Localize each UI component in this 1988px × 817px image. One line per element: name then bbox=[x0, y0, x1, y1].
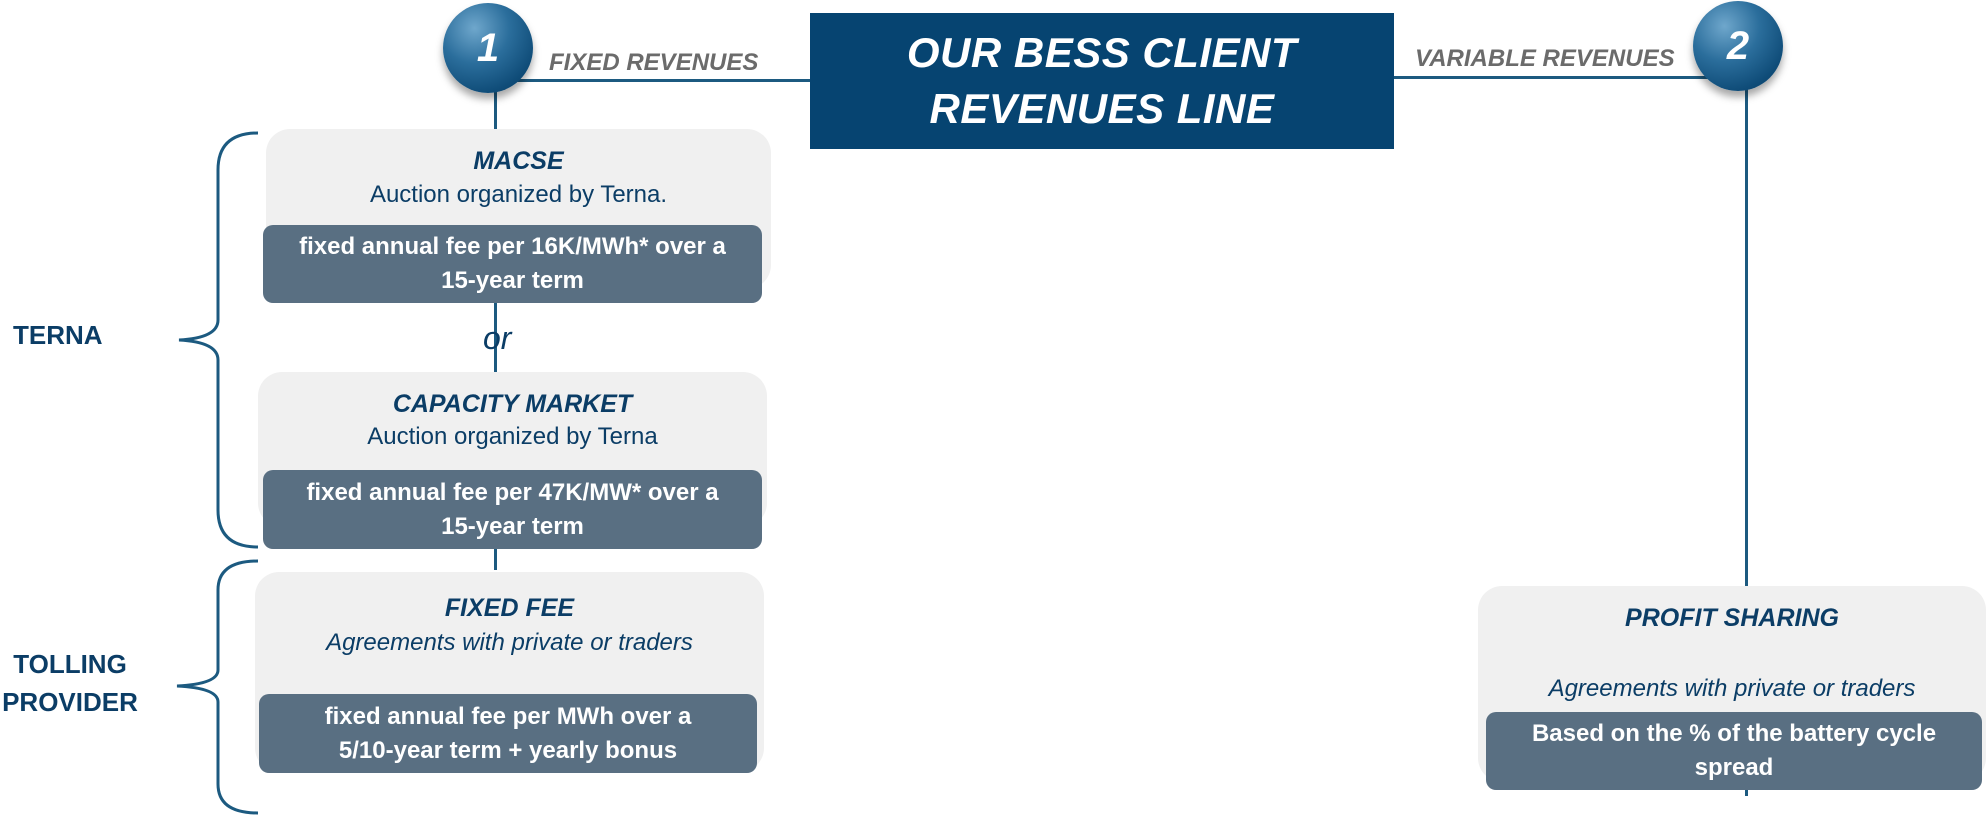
connector-variable-horizontal bbox=[1394, 76, 1744, 79]
title-box: OUR BESS CLIENT REVENUES LINE bbox=[810, 13, 1394, 149]
profit-sharing-subtitle: Agreements with private or traders bbox=[1548, 675, 1916, 702]
variable-revenues-label: VARIABLE REVENUES bbox=[1415, 45, 1675, 72]
tolling-brace bbox=[176, 559, 259, 815]
fixed-fee-line-2: 5/10-year term + yearly bonus bbox=[338, 736, 678, 764]
connector-fixed-horizontal bbox=[490, 79, 810, 82]
profit-sharing-title: PROFIT SHARING bbox=[1625, 604, 1839, 632]
fixed-fee-title: FIXED FEE bbox=[444, 594, 575, 622]
capacity-market-fee-box: fixed annual fee per 47K/MW* over a 15-y… bbox=[263, 470, 762, 549]
terna-label: TERNA bbox=[13, 320, 103, 350]
or-separator: or bbox=[483, 320, 512, 356]
title-line-2: REVENUES LINE bbox=[929, 85, 1275, 132]
capacity-market-subtitle: Auction organized by Terna bbox=[367, 423, 658, 450]
fixed-fee-subtitle: Agreements with private or traders bbox=[326, 629, 693, 656]
macse-fee-line-1: fixed annual fee per 16K/MWh* over a bbox=[299, 233, 726, 260]
macse-subtitle: Auction organized by Terna. bbox=[369, 181, 668, 208]
profit-sharing-fee-line-2: spread bbox=[1694, 754, 1774, 781]
capacity-fee-line-1: fixed annual fee per 47K/MW* over a bbox=[306, 478, 719, 506]
profit-sharing-fee-box: Based on the % of the battery cycle spre… bbox=[1486, 712, 1982, 790]
fixed-revenues-label: FIXED REVENUES bbox=[549, 49, 759, 76]
step-1-badge: 1 bbox=[443, 3, 533, 93]
title-line-1: OUR BESS CLIENT bbox=[906, 29, 1298, 76]
capacity-market-title: CAPACITY MARKET bbox=[392, 390, 633, 418]
connector-variable-vertical bbox=[1745, 80, 1748, 586]
capacity-fee-line-2: 15-year term bbox=[441, 512, 584, 540]
tolling-label-line-2: PROVIDER bbox=[2, 687, 138, 717]
tolling-provider-label: TOLLING PROVIDER bbox=[0, 645, 140, 721]
fixed-fee-fee-box: fixed annual fee per MWh over a 5/10-yea… bbox=[259, 694, 757, 773]
terna-brace bbox=[178, 131, 259, 549]
macse-title: MACSE bbox=[473, 147, 564, 175]
fixed-fee-line-1: fixed annual fee per MWh over a bbox=[324, 702, 692, 730]
tolling-label-line-1: TOLLING bbox=[13, 649, 127, 679]
profit-sharing-fee-line-1: Based on the % of the battery cycle bbox=[1531, 720, 1937, 747]
macse-fee-line-2: 15-year term bbox=[441, 267, 584, 294]
macse-fee-box: fixed annual fee per 16K/MWh* over a 15-… bbox=[263, 225, 762, 303]
step-2-badge: 2 bbox=[1693, 1, 1783, 91]
